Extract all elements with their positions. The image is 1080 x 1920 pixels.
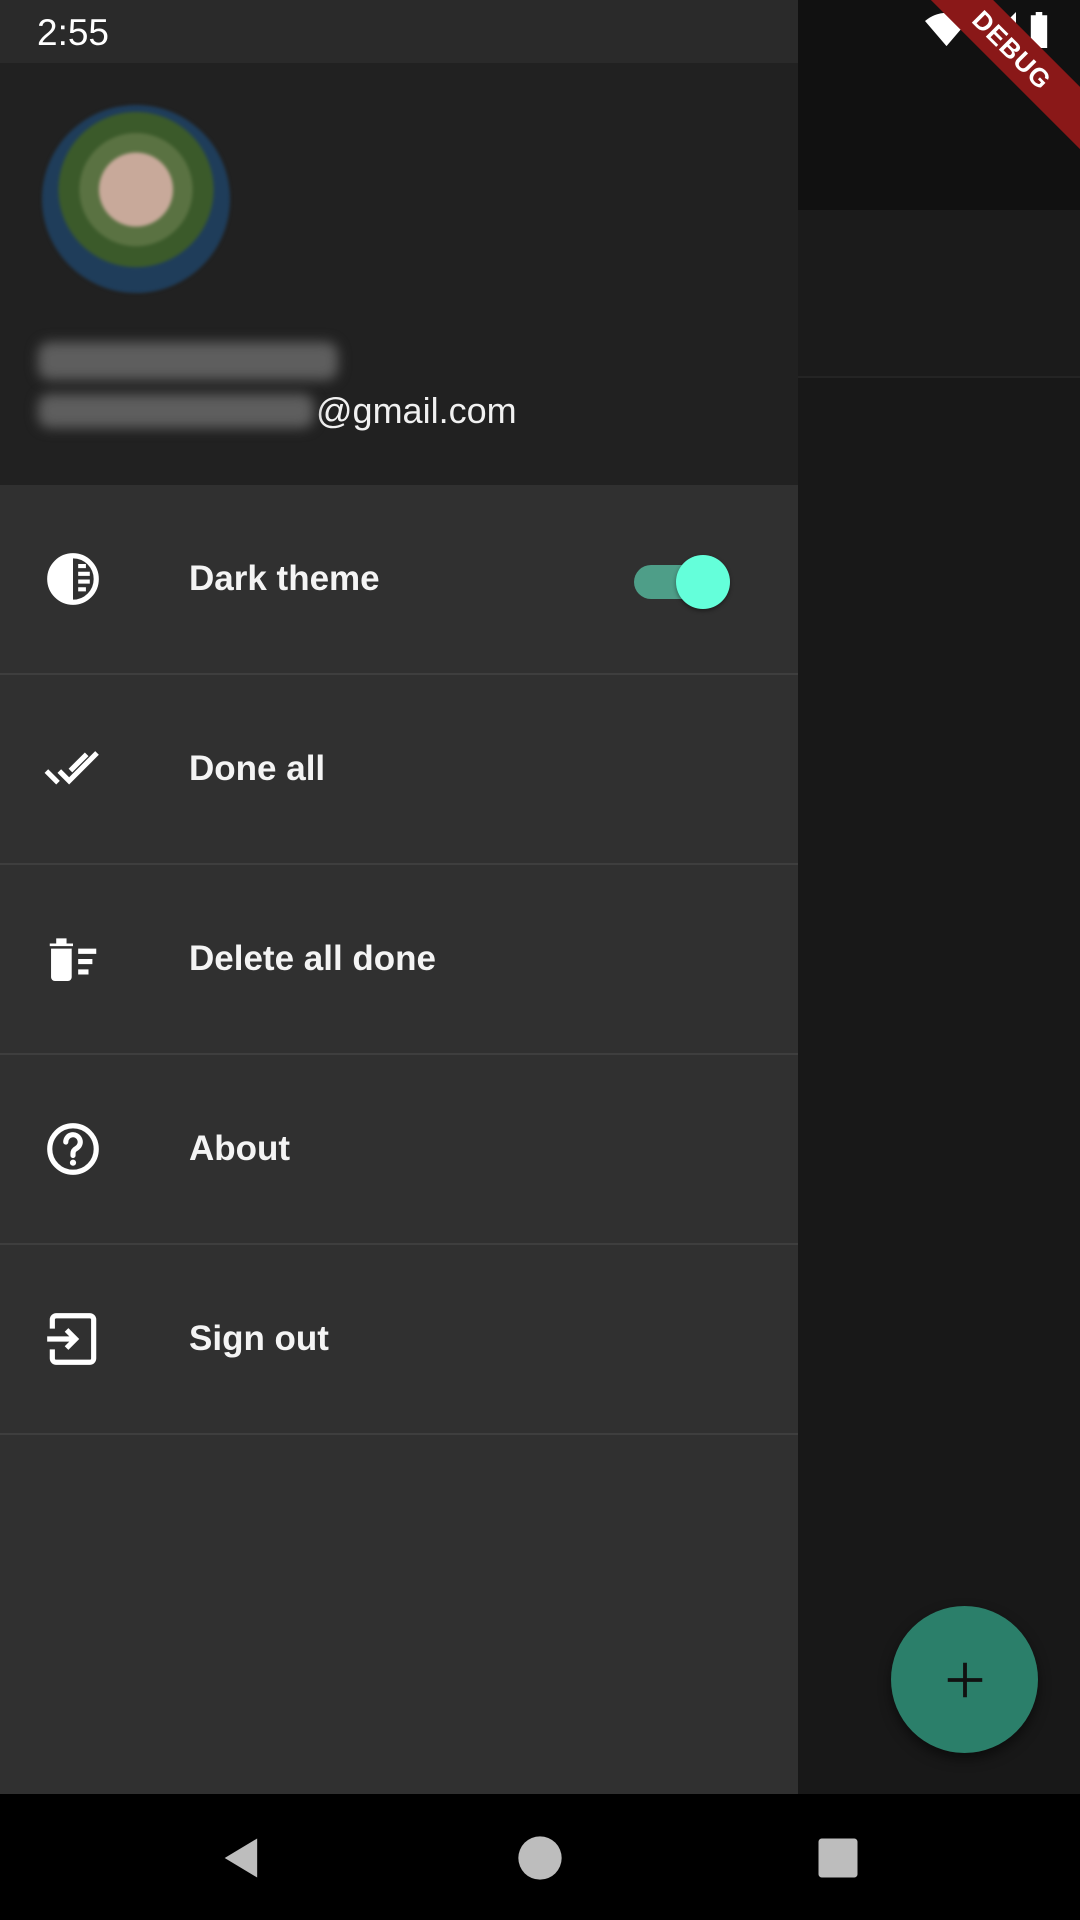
status-time: 2:55 [37, 12, 110, 53]
theme-icon [42, 548, 104, 610]
menu-item-dark-theme[interactable]: Dark theme [0, 485, 798, 675]
back-icon [224, 1838, 258, 1878]
menu-item-label: Dark theme [189, 559, 380, 598]
menu-item-sign-out[interactable]: Sign out [0, 1245, 798, 1435]
recents-icon [818, 1838, 858, 1878]
user-name-redacted [38, 342, 338, 380]
delete-sweep-icon [42, 928, 104, 990]
menu-item-label: Done all [189, 749, 326, 788]
menu-item-label: About [189, 1129, 291, 1168]
recents-button[interactable] [808, 1828, 868, 1888]
back-button[interactable] [212, 1828, 272, 1888]
menu-item-label: Sign out [189, 1319, 329, 1358]
add-task-button[interactable] [891, 1606, 1038, 1753]
menu-item-delete-all-done[interactable]: Delete all done [0, 865, 798, 1055]
drawer-menu: Dark theme Done all Delete all done Abou… [0, 485, 798, 1435]
dark-theme-toggle[interactable] [634, 552, 730, 609]
drawer-header: @gmail.com [0, 0, 798, 485]
status-bar: 2:55 [0, 0, 1080, 63]
avatar [42, 105, 230, 293]
menu-item-label: Delete all done [189, 939, 437, 978]
navigation-drawer: @gmail.com Dark theme Done all Delete al… [0, 0, 798, 1794]
system-nav-bar [0, 1794, 1080, 1920]
toggle-thumb [676, 555, 730, 609]
plus-icon [947, 1662, 982, 1697]
done-all-icon [42, 738, 104, 800]
sign-out-icon [42, 1308, 104, 1370]
user-email-redacted [38, 394, 314, 428]
user-email: @gmail.com [38, 390, 517, 432]
menu-item-done-all[interactable]: Done all [0, 675, 798, 865]
menu-item-about[interactable]: About [0, 1055, 798, 1245]
help-icon [42, 1118, 104, 1180]
user-email-domain: @gmail.com [316, 390, 517, 431]
home-icon [518, 1836, 562, 1880]
home-button[interactable] [510, 1828, 570, 1888]
